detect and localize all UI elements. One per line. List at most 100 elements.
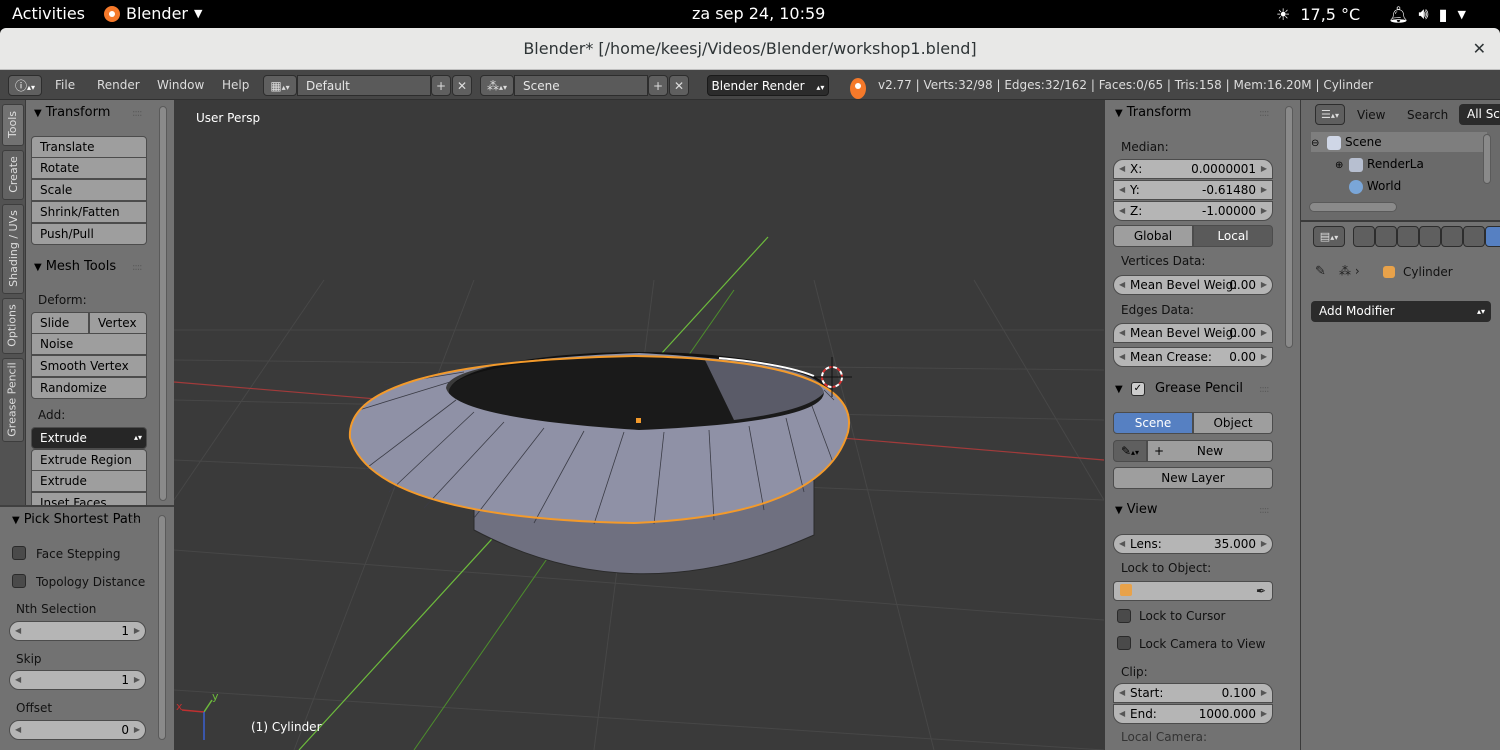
app-menu[interactable]: Blender ▼ — [104, 4, 202, 23]
edge-mean-bevel-field[interactable]: ◀ Mean Bevel Weig: 0.00 ▶ — [1113, 323, 1273, 343]
gp-scene-toggle[interactable]: Scene — [1113, 412, 1193, 434]
tool-shelf-scrollbar[interactable] — [159, 106, 167, 501]
clip-end-field[interactable]: ◀ End: 1000.000 ▶ — [1113, 704, 1273, 724]
drag-grip-icon[interactable]: :::: — [132, 262, 143, 273]
outliner-editor-type[interactable]: ☰▴▾ — [1315, 104, 1345, 125]
mesh-tools-panel-header[interactable]: ▼ Mesh Tools — [34, 259, 116, 274]
global-toggle[interactable]: Global — [1113, 225, 1193, 247]
outliner-view-menu[interactable]: View — [1357, 108, 1385, 122]
gp-new-button[interactable]: + New — [1147, 440, 1273, 462]
outliner-vertical-scrollbar[interactable] — [1483, 134, 1491, 184]
drag-grip-icon[interactable]: :::: — [1259, 384, 1270, 395]
noise-button[interactable]: Noise — [31, 333, 147, 355]
lock-object-field[interactable]: ✒ — [1113, 581, 1273, 601]
median-y-field[interactable]: ◀ Y: -0.61480 ▶ — [1113, 180, 1273, 200]
render-tab-icon[interactable] — [1353, 226, 1375, 247]
scene-tab-icon[interactable] — [1397, 226, 1419, 247]
outliner-search-menu[interactable]: Search — [1407, 108, 1448, 122]
add-modifier-dropdown[interactable]: Add Modifier ▴▾ — [1311, 301, 1491, 322]
tab-shading-uvs[interactable]: Shading / UVs — [2, 204, 24, 294]
drag-grip-icon[interactable]: :::: — [1259, 108, 1270, 119]
grease-pencil-enable-checkbox[interactable]: ✓ — [1130, 381, 1145, 396]
screen-layout-selector[interactable]: ▦▴▾ — [263, 75, 297, 96]
lock-camera-checkbox[interactable] — [1117, 636, 1131, 650]
grease-pencil-panel-header[interactable]: ▼ ✓ Grease Pencil — [1115, 381, 1243, 396]
modifiers-tab-icon[interactable] — [1485, 226, 1500, 247]
median-z-field[interactable]: ◀ Z: -1.00000 ▶ — [1113, 201, 1273, 221]
drag-grip-icon[interactable]: :::: — [1259, 505, 1270, 516]
scene-field[interactable]: Scene — [514, 75, 648, 96]
transform-panel-header[interactable]: ▼ Transform — [1115, 105, 1191, 120]
extrude-region-button[interactable]: Extrude Region — [31, 449, 147, 471]
view-panel-header[interactable]: ▼ View — [1115, 502, 1158, 517]
outliner-row-world[interactable]: World — [1349, 176, 1401, 196]
outliner-row-renderlayers[interactable]: ⊕ RenderLa — [1335, 154, 1424, 176]
clock[interactable]: za sep 24, 10:59 — [692, 4, 825, 23]
object-tab-icon[interactable] — [1441, 226, 1463, 247]
close-window-button[interactable]: ✕ — [1473, 28, 1486, 70]
tab-grease-pencil[interactable]: Grease Pencil — [2, 358, 24, 442]
tab-options[interactable]: Options — [2, 298, 24, 354]
transform-panel-header[interactable]: ▼ Transform — [34, 105, 110, 120]
clip-start-field[interactable]: ◀ Start: 0.100 ▶ — [1113, 683, 1273, 703]
smooth-vertex-button[interactable]: Smooth Vertex — [31, 355, 147, 377]
lock-to-cursor-checkbox[interactable] — [1117, 609, 1131, 623]
constraints-tab-icon[interactable] — [1463, 226, 1485, 247]
mean-crease-field[interactable]: ◀ Mean Crease: 0.00 ▶ — [1113, 347, 1273, 367]
screen-layout-field[interactable]: Default — [297, 75, 431, 96]
world-tab-icon[interactable] — [1419, 226, 1441, 247]
randomize-button[interactable]: Randomize — [31, 377, 147, 399]
lens-field[interactable]: ◀ Lens: 35.000 ▶ — [1113, 534, 1273, 554]
tab-tools[interactable]: Tools — [2, 104, 24, 146]
gp-new-layer-button[interactable]: New Layer — [1113, 467, 1273, 489]
menu-render[interactable]: Render — [97, 75, 140, 96]
slide-edge-button[interactable]: Slide Ed — [31, 312, 89, 350]
skip-field[interactable]: ◀ 1 ▶ — [9, 670, 146, 690]
topology-distance-checkbox[interactable] — [12, 574, 26, 588]
properties-editor-type[interactable]: ▤▴▾ — [1313, 226, 1345, 247]
delete-layout-button[interactable]: ✕ — [452, 75, 472, 96]
system-tray[interactable]: ☀ 17,5 °C 🔔︎ 🔊︎ ▮ ▼ — [1276, 4, 1466, 24]
eyedropper-icon[interactable]: ✒ — [1256, 582, 1266, 600]
rotate-button[interactable]: Rotate — [31, 157, 147, 179]
outliner-display-mode-dropdown[interactable]: All Sc — [1459, 104, 1500, 125]
render-engine-dropdown[interactable]: Blender Render ▴▾ — [707, 75, 829, 96]
shrink-fatten-button[interactable]: Shrink/Fatten — [31, 201, 147, 223]
menu-help[interactable]: Help — [222, 75, 249, 96]
pick-shortest-path-header[interactable]: ▼ Pick Shortest Path — [12, 512, 141, 527]
nth-selection-field[interactable]: ◀ 1 ▶ — [9, 621, 146, 641]
tab-create[interactable]: Create — [2, 150, 24, 200]
properties-region-scrollbar[interactable] — [1285, 106, 1293, 348]
inset-faces-button[interactable]: Inset Faces — [31, 492, 147, 505]
offset-field[interactable]: ◀ 0 ▶ — [9, 720, 146, 740]
add-layout-button[interactable]: + — [431, 75, 451, 96]
operator-panel-scrollbar[interactable] — [158, 515, 166, 740]
activities-button[interactable]: Activities — [12, 4, 85, 23]
scale-button[interactable]: Scale — [31, 179, 147, 201]
menu-file[interactable]: File — [55, 75, 75, 96]
extrude-dropdown[interactable]: Extrude ▴▾ — [31, 427, 147, 449]
drag-grip-icon[interactable]: :::: — [132, 108, 143, 119]
drag-grip-icon[interactable]: :::: — [130, 515, 141, 526]
outliner-row-scene[interactable]: ⊖ Scene — [1311, 132, 1487, 152]
viewport-scene[interactable] — [174, 100, 1104, 750]
outliner-horizontal-scrollbar[interactable] — [1309, 202, 1397, 212]
push-pull-button[interactable]: Push/Pull — [31, 223, 147, 245]
menu-window[interactable]: Window — [157, 75, 204, 96]
editor-type-info-button[interactable]: ⓘ▴▾ — [8, 75, 42, 96]
3d-viewport[interactable]: User Persp y x (1) Cylinder — [174, 100, 1104, 750]
vertex-mean-bevel-field[interactable]: ◀ Mean Bevel Weig: 0.00 ▶ — [1113, 275, 1273, 295]
gp-brush-selector[interactable]: ✎▴▾ — [1113, 440, 1147, 462]
gp-object-toggle[interactable]: Object — [1193, 412, 1273, 434]
render-layers-tab-icon[interactable] — [1375, 226, 1397, 247]
delete-scene-button[interactable]: ✕ — [669, 75, 689, 96]
translate-button[interactable]: Translate — [31, 136, 147, 158]
slide-vertex-button[interactable]: Vertex — [89, 312, 147, 334]
median-x-field[interactable]: ◀ X: 0.0000001 ▶ — [1113, 159, 1273, 179]
local-toggle[interactable]: Local — [1193, 225, 1273, 247]
face-stepping-checkbox[interactable] — [12, 546, 26, 560]
extrude-individual-button[interactable]: Extrude Individual — [31, 470, 147, 505]
pin-icon[interactable]: ✎ — [1315, 264, 1326, 279]
add-scene-button[interactable]: + — [648, 75, 668, 96]
scene-selector[interactable]: ⁂▴▾ — [480, 75, 514, 96]
